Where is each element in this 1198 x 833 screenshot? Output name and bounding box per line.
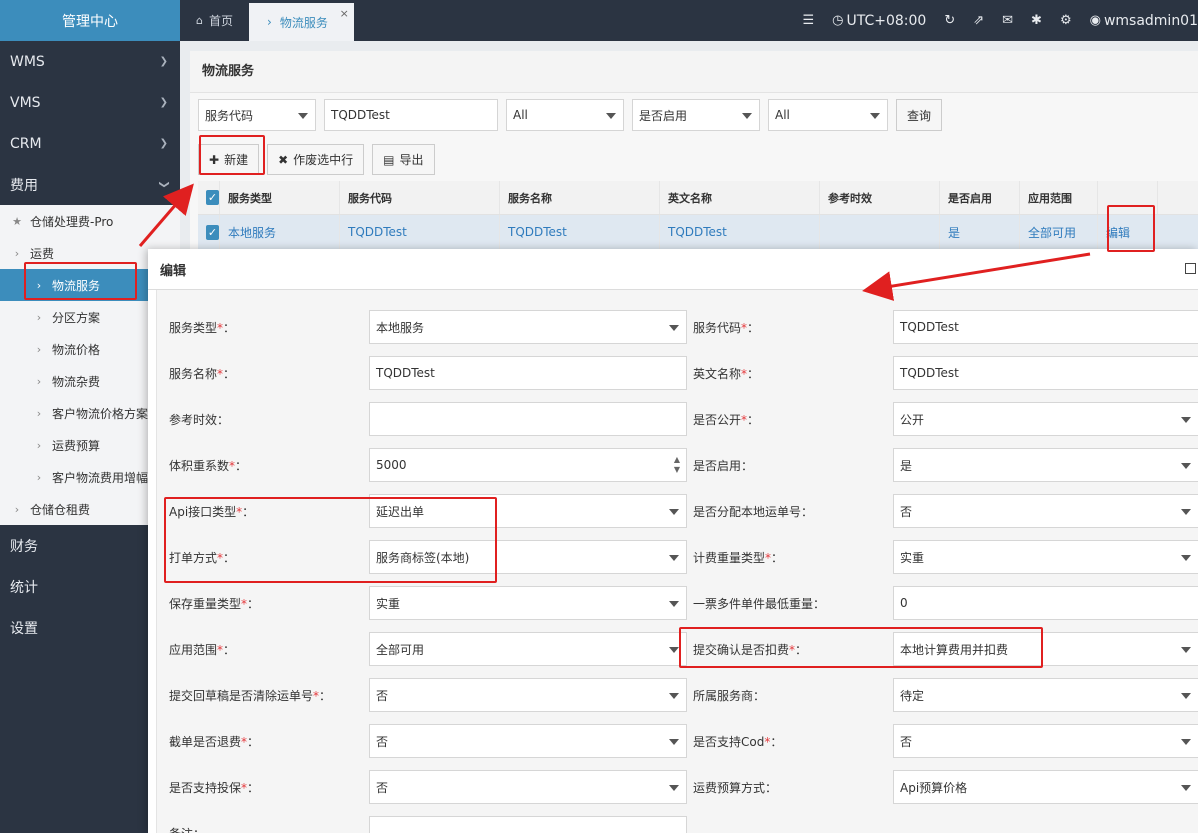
- arrow-to-dialog: [862, 252, 1091, 301]
- annotation-arrows: [138, 183, 1091, 301]
- arrow-to-new: [138, 183, 194, 247]
